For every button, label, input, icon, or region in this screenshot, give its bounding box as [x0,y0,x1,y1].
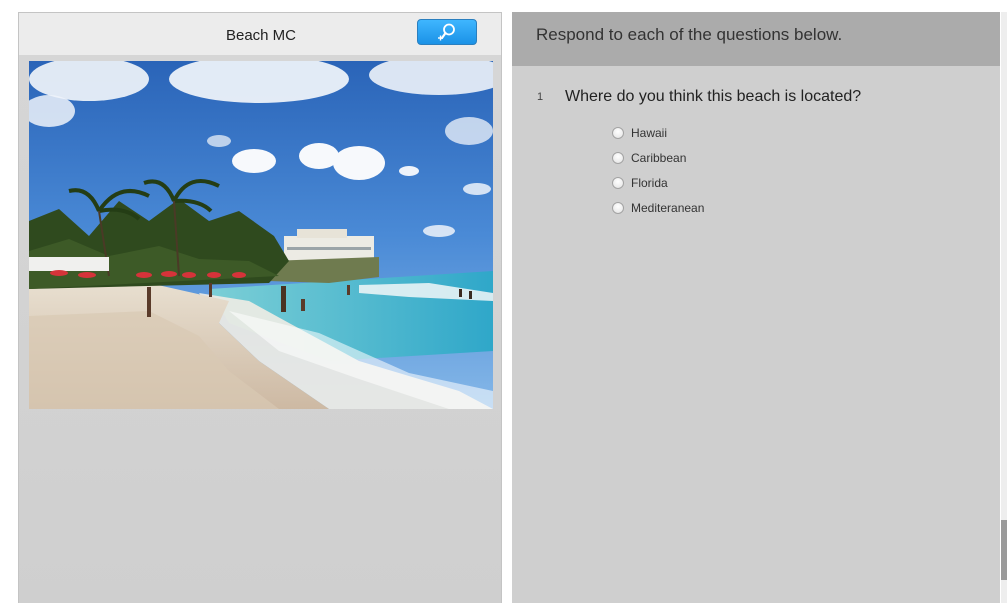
zoom-in-icon [435,22,459,42]
radio-button[interactable] [612,201,624,214]
radio-button[interactable] [612,151,624,164]
radio-button[interactable] [612,176,624,189]
instructions-text: Respond to each of the questions below. [536,25,843,44]
option-caribbean[interactable]: Caribbean [612,145,704,170]
option-label: Mediteranean [631,200,705,215]
option-mediteranean[interactable]: Mediteranean [612,195,704,220]
questions-panel: Respond to each of the questions below. … [512,12,1000,603]
question-text: Where do you think this beach is located… [565,88,862,105]
option-label: Hawaii [631,125,668,140]
vertical-scrollbar[interactable] [1001,12,1007,603]
option-hawaii[interactable]: Hawaii [612,120,704,145]
answer-options: Hawaii Caribbean Florida Mediteranean [612,120,704,220]
stimulus-panel: Beach MC [18,12,502,603]
scrollbar-thumb[interactable] [1001,520,1007,580]
beach-image [29,61,493,409]
stimulus-header: Beach MC [19,13,501,55]
instructions-bar: Respond to each of the questions below. [512,12,1000,66]
radio-button[interactable] [612,126,624,139]
option-label: Caribbean [631,150,687,165]
stimulus-body [19,55,501,603]
option-florida[interactable]: Florida [612,170,704,195]
question-number: 1 [537,91,544,103]
zoom-button[interactable] [417,19,477,45]
option-label: Florida [631,175,668,190]
